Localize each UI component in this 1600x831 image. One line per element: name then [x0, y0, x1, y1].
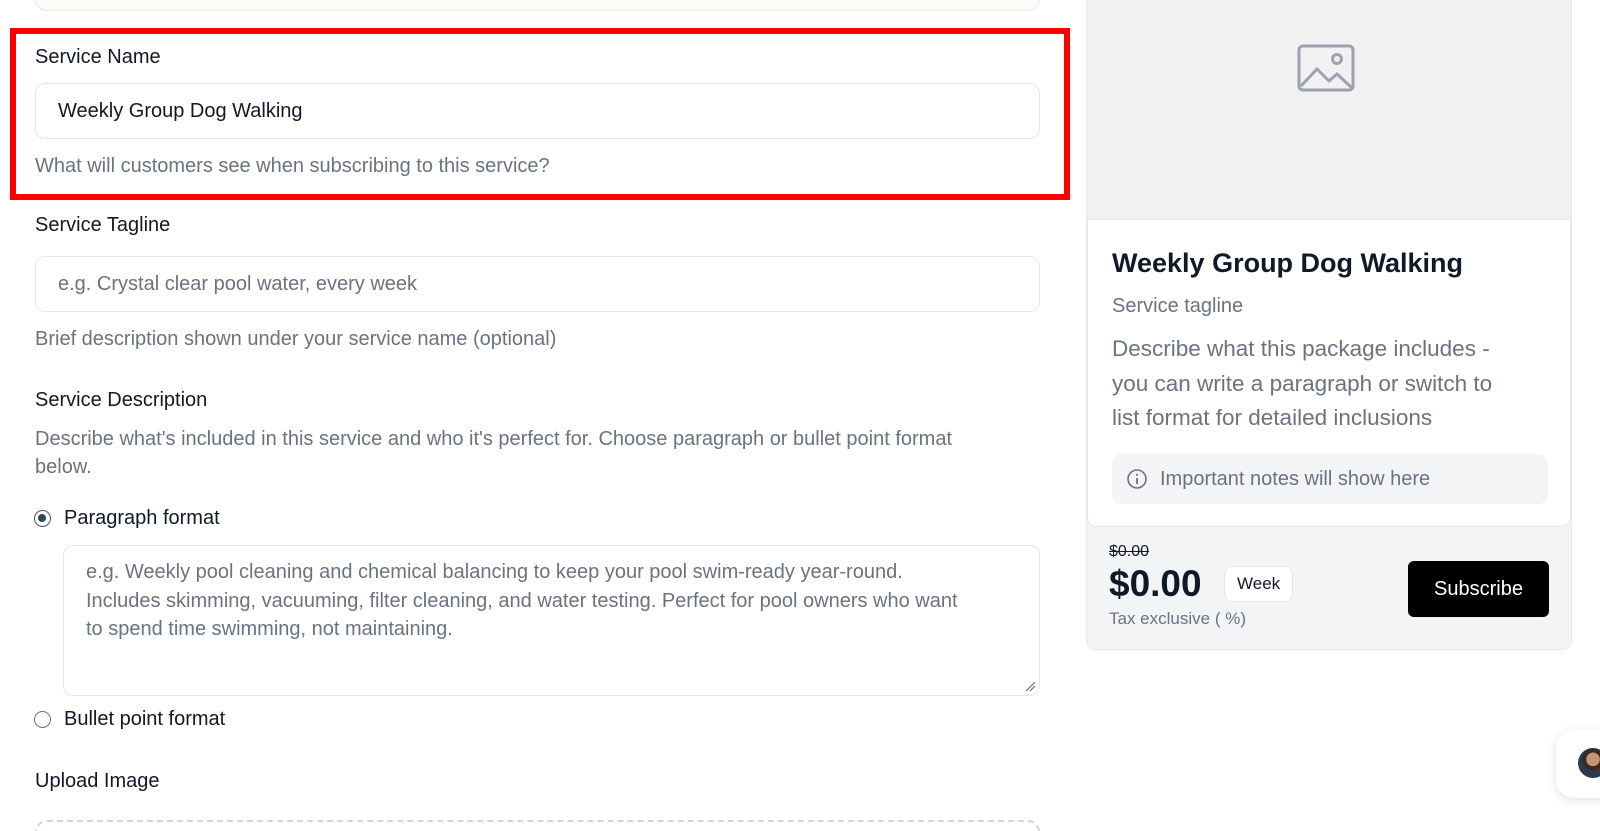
preview-tagline: Service tagline [1112, 295, 1244, 317]
upload-image-label: Upload Image [35, 770, 160, 792]
bullet-format-radio[interactable] [34, 711, 51, 728]
paragraph-format-label[interactable]: Paragraph format [64, 507, 220, 530]
image-placeholder-icon [1297, 44, 1355, 92]
highlight-box [10, 28, 1070, 200]
preview-notes: Important notes will show here [1112, 454, 1548, 504]
upload-image-dropzone[interactable] [35, 820, 1040, 831]
original-price: $0.00 [1109, 543, 1150, 560]
avatar[interactable] [1578, 748, 1600, 778]
service-description-label: Service Description [35, 389, 208, 411]
preview-title: Weekly Group Dog Walking [1112, 248, 1464, 278]
service-tagline-placeholder: e.g. Crystal clear pool water, every wee… [58, 272, 418, 295]
chat-widget[interactable] [1556, 730, 1600, 798]
paragraph-format-radio[interactable] [34, 510, 51, 527]
service-preview-card: Weekly Group Dog Walking Service tagline… [1086, 0, 1572, 650]
previous-field-input[interactable] [35, 0, 1040, 11]
price: $0.00 [1109, 563, 1202, 604]
description-placeholder-line: to spend time swimming, not maintaining. [86, 618, 453, 640]
preview-description-line: Describe what this package includes - [1112, 336, 1490, 361]
description-placeholder-line: e.g. Weekly pool cleaning and chemical b… [86, 561, 903, 583]
preview-image-area [1087, 0, 1571, 219]
info-icon [1127, 469, 1147, 489]
service-tagline-label: Service Tagline [35, 214, 171, 236]
resize-handle-icon[interactable] [1024, 680, 1036, 692]
service-description-textarea[interactable]: e.g. Weekly pool cleaning and chemical b… [63, 545, 1040, 696]
preview-description-line: you can write a paragraph or switch to [1112, 370, 1493, 396]
billing-period-badge: Week [1224, 566, 1294, 602]
bullet-format-label[interactable]: Bullet point format [64, 708, 225, 731]
subscribe-button[interactable]: Subscribe [1408, 561, 1549, 617]
preview-notes-text: Important notes will show here [1160, 467, 1431, 490]
service-tagline-input[interactable]: e.g. Crystal clear pool water, every wee… [35, 256, 1040, 312]
preview-description-line: list format for detailed inclusions [1112, 405, 1433, 430]
service-tagline-help: Brief description shown under your servi… [35, 328, 557, 350]
tax-note: Tax exclusive ( %) [1109, 609, 1246, 628]
preview-description: Describe what this package includes - yo… [1112, 332, 1552, 436]
service-description-help-line-2: below. [35, 456, 92, 478]
preview-card-body: Weekly Group Dog Walking Service tagline… [1087, 219, 1571, 527]
service-description-help-line-1: Describe what's included in this service… [35, 428, 953, 450]
description-placeholder-line: Includes skimming, vacuuming, filter cle… [86, 589, 958, 612]
